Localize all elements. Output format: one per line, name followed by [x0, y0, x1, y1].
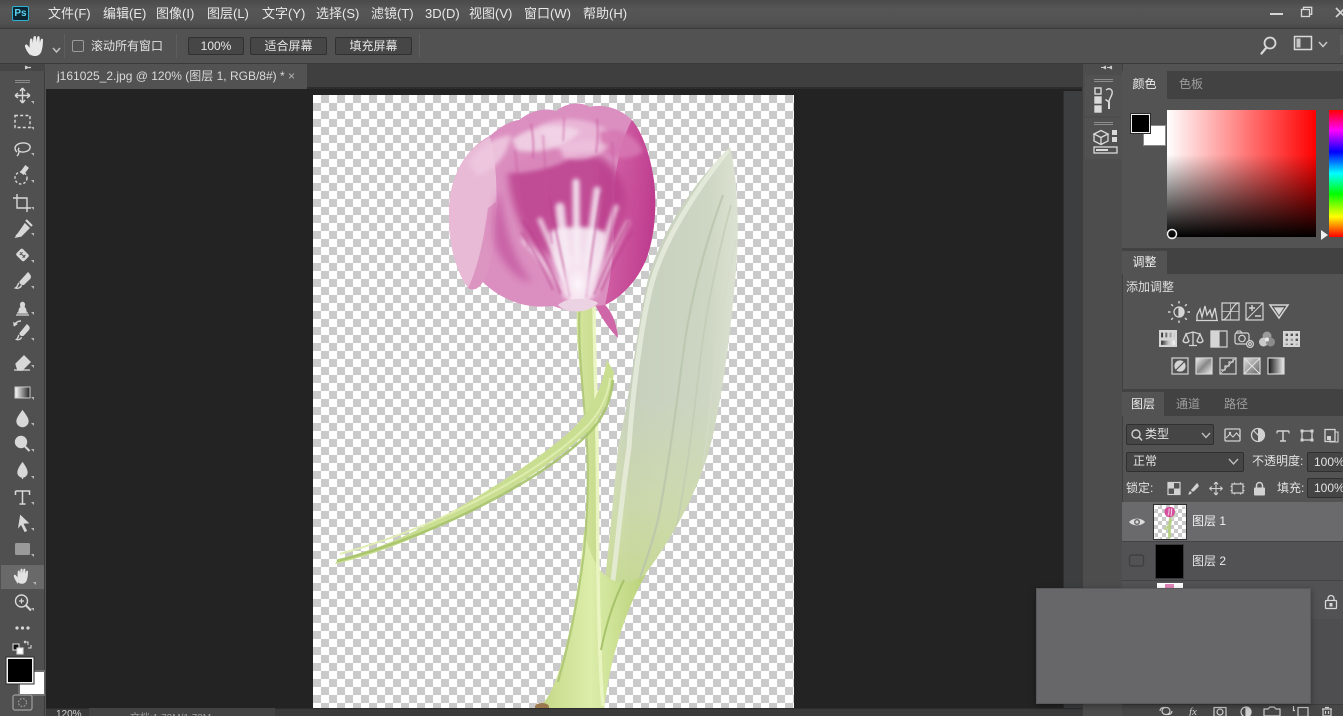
svg-text:fx: fx: [1189, 706, 1197, 716]
